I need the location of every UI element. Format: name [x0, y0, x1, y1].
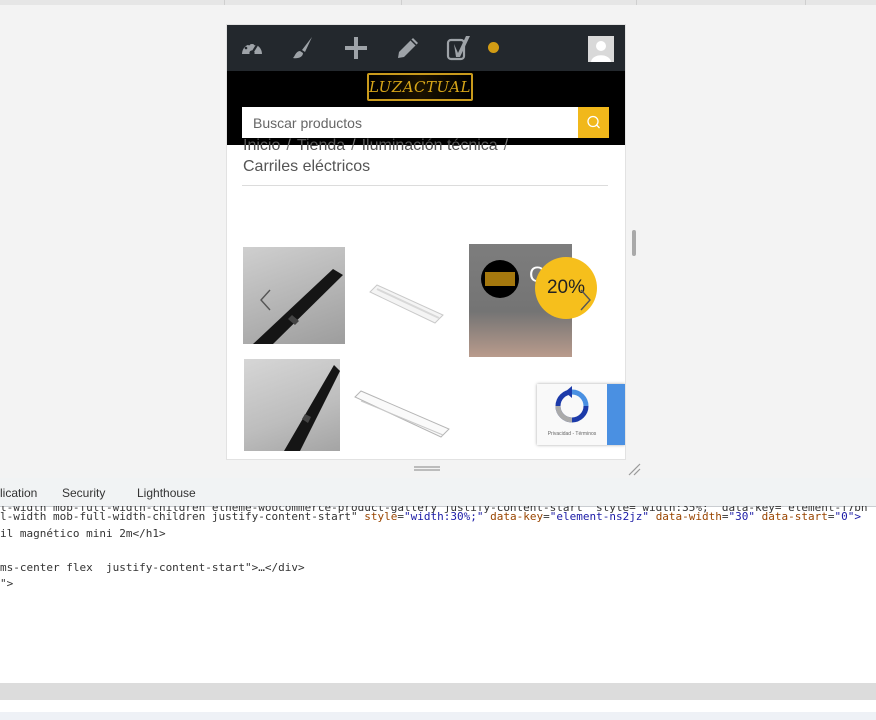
admin-bar: [227, 25, 625, 71]
new-plus-icon[interactable]: [343, 35, 369, 61]
devtools-tabbar: lication Security Lighthouse: [0, 478, 876, 507]
breadcrumb-divider: [242, 185, 608, 186]
yoast-icon[interactable]: [446, 35, 472, 61]
recaptcha-tab[interactable]: [607, 384, 625, 445]
breadcrumb-link-tienda[interactable]: Tienda: [297, 137, 345, 154]
recaptcha-icon: [555, 386, 589, 423]
responsive-viewport: LUZACTUAL Inicio / Tienda / Iluminación técn…: [227, 25, 625, 459]
recaptcha-privacy-text[interactable]: Privacidad - Términos: [537, 431, 607, 437]
breadcrumb-link-carriles[interactable]: Carriles eléctricos: [243, 158, 370, 175]
product-image-5[interactable]: [349, 357, 453, 449]
tab-security[interactable]: Security: [62, 478, 105, 506]
breadcrumb-separator: /: [503, 137, 509, 154]
user-avatar-icon[interactable]: [588, 36, 614, 62]
site-header: LUZACTUAL: [227, 71, 625, 145]
next-arrow-icon[interactable]: [575, 287, 595, 313]
thumb-logo: [481, 260, 519, 298]
tab-application[interactable]: lication: [0, 478, 37, 506]
product-search: [242, 107, 609, 138]
product-image-4[interactable]: [244, 359, 340, 451]
breadcrumb-separator: /: [286, 137, 291, 154]
breadcrumb: Inicio / Tienda / Iluminación técnica / Carri…: [243, 135, 603, 177]
edit-pencil-icon[interactable]: [395, 35, 421, 61]
breadcrumb-separator: /: [351, 137, 356, 154]
browser-top-strip: [0, 0, 876, 5]
code-line[interactable]: il magnético mini 2m</h1>: [0, 526, 166, 542]
search-input[interactable]: [242, 107, 578, 138]
code-line[interactable]: l-width mob-full-width-children justify-…: [0, 509, 861, 525]
viewport-scroll-handle[interactable]: [632, 230, 636, 256]
resize-corner-icon[interactable]: [627, 462, 641, 476]
recaptcha-badge[interactable]: Privacidad - Términos: [537, 384, 625, 445]
breadcrumb-link-iluminacion[interactable]: Iluminación técnica: [362, 137, 498, 154]
search-button[interactable]: [578, 107, 609, 138]
prev-arrow-icon[interactable]: [256, 287, 276, 313]
site-logo[interactable]: LUZACTUAL: [367, 73, 473, 101]
tab-lighthouse[interactable]: Lighthouse: [137, 478, 196, 506]
dashboard-icon[interactable]: [239, 35, 265, 61]
code-line[interactable]: ms-center flex justify-content-start">…<…: [0, 560, 305, 576]
horizontal-scrollbar[interactable]: [0, 683, 876, 700]
customize-brush-icon[interactable]: [290, 35, 316, 61]
devtools-panel: lication Security Lighthouse l-width mob…: [0, 478, 876, 720]
search-icon: [587, 115, 600, 129]
elements-tree: l-width mob-full-width-children etheme-w…: [0, 506, 876, 686]
product-image-2[interactable]: [355, 247, 457, 344]
console-drawer-edge: [0, 712, 876, 720]
code-line[interactable]: ">: [0, 576, 13, 592]
breadcrumb-link-inicio[interactable]: Inicio: [243, 137, 280, 154]
resize-handle-icon[interactable]: [414, 466, 440, 472]
seo-score-dot: [488, 42, 499, 53]
